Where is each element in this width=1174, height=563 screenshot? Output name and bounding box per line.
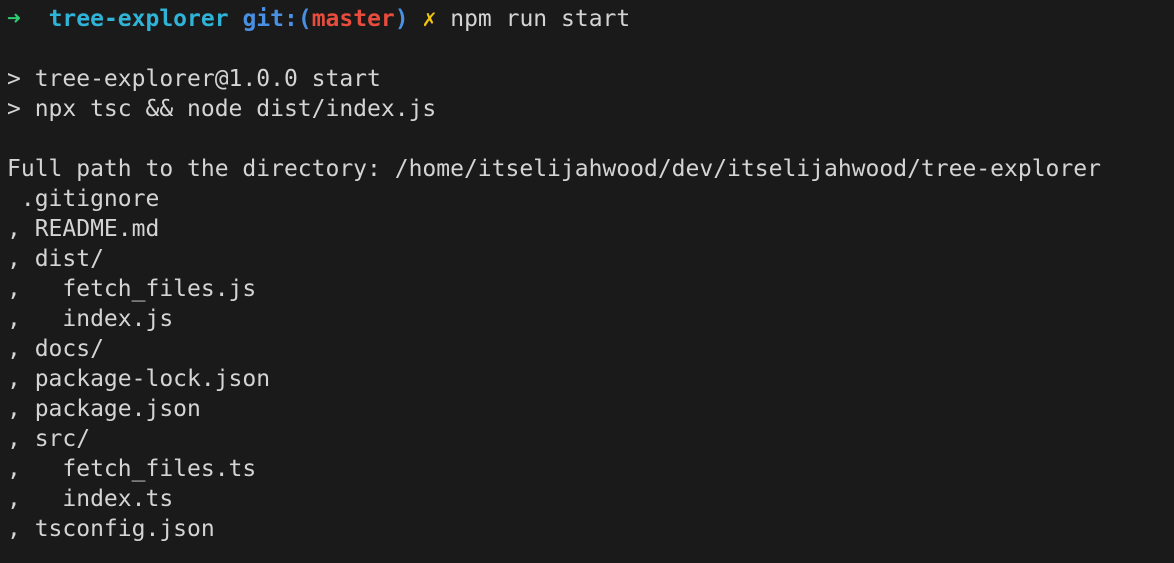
file-list-item: , README.md bbox=[7, 216, 160, 242]
prompt-git-suffix: ) bbox=[394, 6, 409, 32]
prompt-directory: tree-explorer bbox=[48, 6, 229, 32]
npm-output-line: > npx tsc && node dist/index.js bbox=[7, 96, 437, 122]
prompt-branch: master bbox=[311, 6, 395, 32]
prompt-line: ➜ tree-explorer git:(master) ✗ npm run s… bbox=[7, 4, 1174, 34]
prompt-arrow-icon: ➜ bbox=[7, 6, 21, 32]
file-list-item: , index.ts bbox=[7, 486, 174, 512]
file-list-item: , fetch_files.ts bbox=[7, 456, 257, 482]
file-list-item: , index.js bbox=[7, 306, 174, 332]
file-list-item: , package.json bbox=[7, 396, 201, 422]
file-list-item: , src/ bbox=[7, 426, 91, 452]
file-list-item: , fetch_files.js bbox=[7, 276, 257, 302]
prompt-command: npm run start bbox=[450, 6, 631, 32]
file-list-item: , package-lock.json bbox=[7, 366, 271, 392]
terminal-window[interactable]: ➜ tree-explorer git:(master) ✗ npm run s… bbox=[0, 0, 1174, 563]
prompt-dirty-icon: ✗ bbox=[422, 6, 437, 32]
full-path-line: Full path to the directory: /home/itseli… bbox=[7, 156, 1101, 182]
file-list-item: , tsconfig.json bbox=[7, 516, 215, 542]
prompt-git-prefix: git:( bbox=[242, 6, 312, 32]
file-list-item: , dist/ bbox=[7, 246, 104, 272]
file-list-item: , docs/ bbox=[7, 336, 104, 362]
npm-output-line: > tree-explorer@1.0.0 start bbox=[7, 66, 381, 92]
file-list-item: .gitignore bbox=[7, 186, 160, 212]
